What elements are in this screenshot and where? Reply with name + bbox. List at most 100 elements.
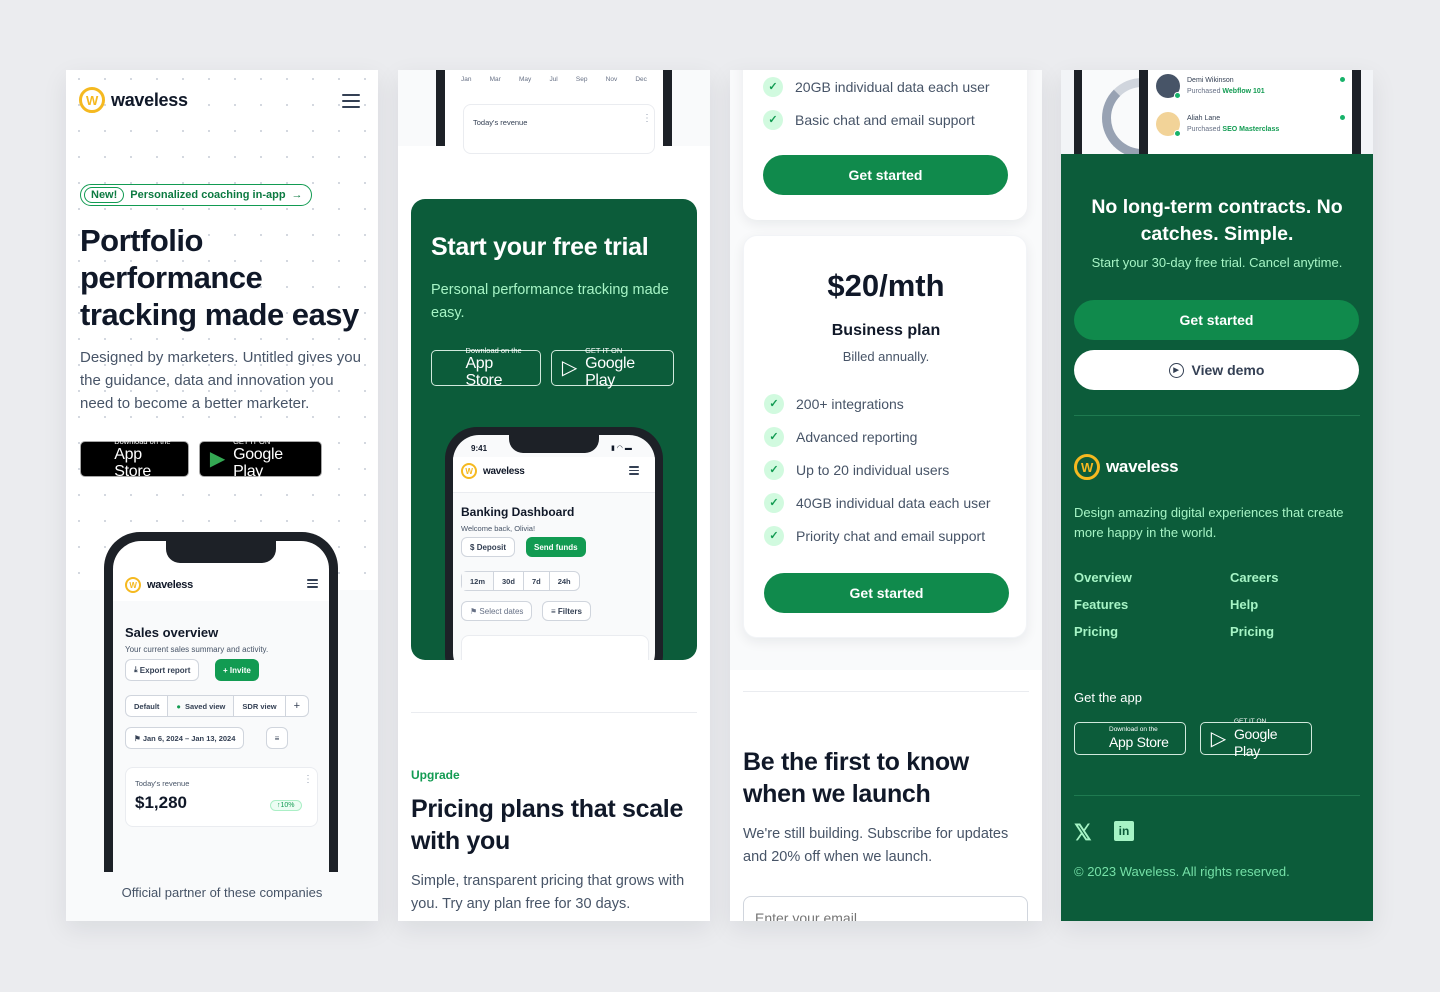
add-view-button[interactable]: + <box>286 696 308 716</box>
divider <box>1074 415 1360 416</box>
cloud-download-icon: ⤓ <box>134 665 138 674</box>
brand-logo[interactable]: W waveless <box>79 87 188 113</box>
feature-item: ✓ Up to 20 individual users <box>764 453 1014 486</box>
phone-menu-icon[interactable] <box>629 464 639 477</box>
range-30d[interactable]: 30d <box>494 572 524 590</box>
plus-icon: + <box>223 665 228 675</box>
brand-name: waveless <box>111 89 188 110</box>
linkedin-icon[interactable]: in <box>1114 821 1134 841</box>
get-started-button[interactable]: Get started <box>763 155 1008 195</box>
sales-overview-subtitle: Your current sales summary and activity. <box>125 645 269 654</box>
check-icon: ✓ <box>763 76 783 97</box>
view-demo-button[interactable]: ▶ View demo <box>1074 350 1359 390</box>
footer-description: Design amazing digital experiences that … <box>1074 505 1344 540</box>
phone-logo: W waveless <box>461 463 525 479</box>
footer-logo[interactable]: W waveless <box>1074 454 1179 480</box>
google-play-big: Google Play <box>585 355 635 389</box>
tab-default[interactable]: Default <box>126 696 169 716</box>
footer-link-features[interactable]: Features <box>1074 597 1132 612</box>
footer-link-pricing-2[interactable]: Pricing <box>1230 624 1278 639</box>
activity-action: Purchased SEO Masterclass <box>1187 126 1280 133</box>
phone-mockup-sales: W waveless Sales overview Your current s… <box>104 532 338 872</box>
panel-footer: Demi Wikinson Purchased Webflow 101 Alia… <box>1061 70 1373 921</box>
banking-dashboard-title: Banking Dashboard <box>461 505 575 519</box>
date-range-picker[interactable]: ⚑ Jan 6, 2024 – Jan 13, 2024 <box>125 727 245 749</box>
feature-item: ✓ 200+ integrations <box>764 387 1014 420</box>
tab-sdr-view[interactable]: SDR view <box>234 696 286 716</box>
play-circle-icon: ▶ <box>1168 362 1184 378</box>
time-range-tabs: 12m 30d 7d 24h <box>461 571 580 591</box>
filters-button[interactable]: ≡ Filters <box>542 601 591 621</box>
badge-text: Personalized coaching in-app <box>130 189 286 201</box>
get-started-button[interactable]: Get started <box>1074 300 1359 340</box>
get-started-button[interactable]: Get started <box>764 573 1009 613</box>
pricing-subtitle: Simple, transparent pricing that grows w… <box>411 873 685 912</box>
range-24h[interactable]: 24h <box>550 572 579 590</box>
plan2-features: ✓ 200+ integrations ✓ Advanced reporting ✓… <box>764 387 1014 552</box>
check-icon: ✓ <box>764 393 784 414</box>
footer-link-overview[interactable]: Overview <box>1074 570 1132 585</box>
select-dates-button[interactable]: ⚑ Select dates <box>461 601 533 621</box>
business-plan-card: $20/mth Business plan Billed annually. ✓… <box>743 235 1027 638</box>
app-store-button[interactable]: Download on the App Store <box>1074 722 1186 755</box>
app-store-small: Download on the <box>1109 726 1158 733</box>
app-store-big: App Store <box>1109 734 1169 750</box>
online-indicator <box>1174 92 1181 99</box>
partner-text: Official partner of these companies <box>121 885 323 900</box>
phone-menu-icon[interactable] <box>307 577 318 590</box>
google-play-icon: ▷ <box>561 357 578 379</box>
footer-link-help[interactable]: Help <box>1230 597 1278 612</box>
divider <box>1074 795 1360 796</box>
more-vertical-icon[interactable]: ⋮ <box>303 774 313 785</box>
phone-notch <box>166 541 276 563</box>
logo-icon: W <box>125 577 141 593</box>
revenue-value: $1,280 <box>135 793 187 812</box>
range-12m[interactable]: 12m <box>462 572 495 590</box>
divider <box>743 691 1029 692</box>
announcement-badge[interactable]: New! Personalized coaching in-app → <box>80 184 312 206</box>
google-play-small: GET IT ON <box>233 437 271 446</box>
activity-name: Aliah Lane <box>1187 115 1221 122</box>
filter-icon[interactable]: ≡ <box>266 727 288 749</box>
feature-item: ✓ 40GB individual data each user <box>764 486 1014 519</box>
badge-new: New! <box>84 187 125 203</box>
send-funds-button[interactable]: Send funds <box>526 537 586 557</box>
google-play-big: Google Play <box>1233 725 1278 759</box>
check-icon: ✓ <box>764 525 784 546</box>
google-play-button[interactable]: ▷ GET IT ON Google Play <box>551 347 674 389</box>
pricing-eyebrow: Upgrade <box>411 768 460 782</box>
phone-mockup-activity: Demi Wikinson Purchased Webflow 101 Alia… <box>1139 70 1361 154</box>
export-report-button[interactable]: ⤓ Export report <box>125 659 200 681</box>
brand-name: waveless <box>483 465 525 477</box>
menu-icon[interactable] <box>342 90 360 112</box>
dot-icon: ● <box>176 701 181 711</box>
status-icons: ▮ ◠ ▬ <box>611 445 632 452</box>
x-twitter-icon[interactable]: 𝕏 <box>1074 820 1092 846</box>
app-store-big: App Store <box>114 446 151 480</box>
more-vertical-icon[interactable]: ⋮ <box>642 113 652 124</box>
footer-link-pricing[interactable]: Pricing <box>1074 624 1132 639</box>
app-store-button[interactable]: Download on the App Store <box>80 437 189 480</box>
tab-saved-view[interactable]: ● Saved view <box>168 696 235 716</box>
deposit-button[interactable]: $ Deposit <box>461 537 516 557</box>
logo-icon: W <box>1074 454 1100 480</box>
revenue-label: Today's revenue <box>473 118 528 127</box>
invite-button[interactable]: + Invite <box>215 659 259 681</box>
footer-links-col2: Careers Help Pricing <box>1230 570 1278 639</box>
logo-icon: W <box>79 87 105 113</box>
google-play-button[interactable]: ▷ GET IT ON Google Play <box>1200 718 1312 759</box>
app-store-small: Download on the <box>114 437 171 446</box>
hero-headline: Portfolio performance tracking made easy <box>80 223 359 332</box>
calendar-icon: ⚑ <box>134 733 141 743</box>
range-7d[interactable]: 7d <box>524 572 550 590</box>
check-icon: ✓ <box>764 492 784 513</box>
app-store-button[interactable]: Download on the App Store <box>431 347 541 389</box>
plan-billing: Billed annually. <box>842 349 930 364</box>
email-input[interactable] <box>743 896 1028 921</box>
footer-link-careers[interactable]: Careers <box>1230 570 1278 585</box>
google-play-button[interactable]: ▶ GET IT ON Google Play <box>199 437 322 480</box>
google-play-small: GET IT ON <box>1233 717 1267 725</box>
feature-item: ✓ Basic chat and email support <box>763 103 1013 136</box>
check-icon: ✓ <box>764 459 784 480</box>
feature-item: ✓ 20GB individual data each user <box>763 70 1013 103</box>
